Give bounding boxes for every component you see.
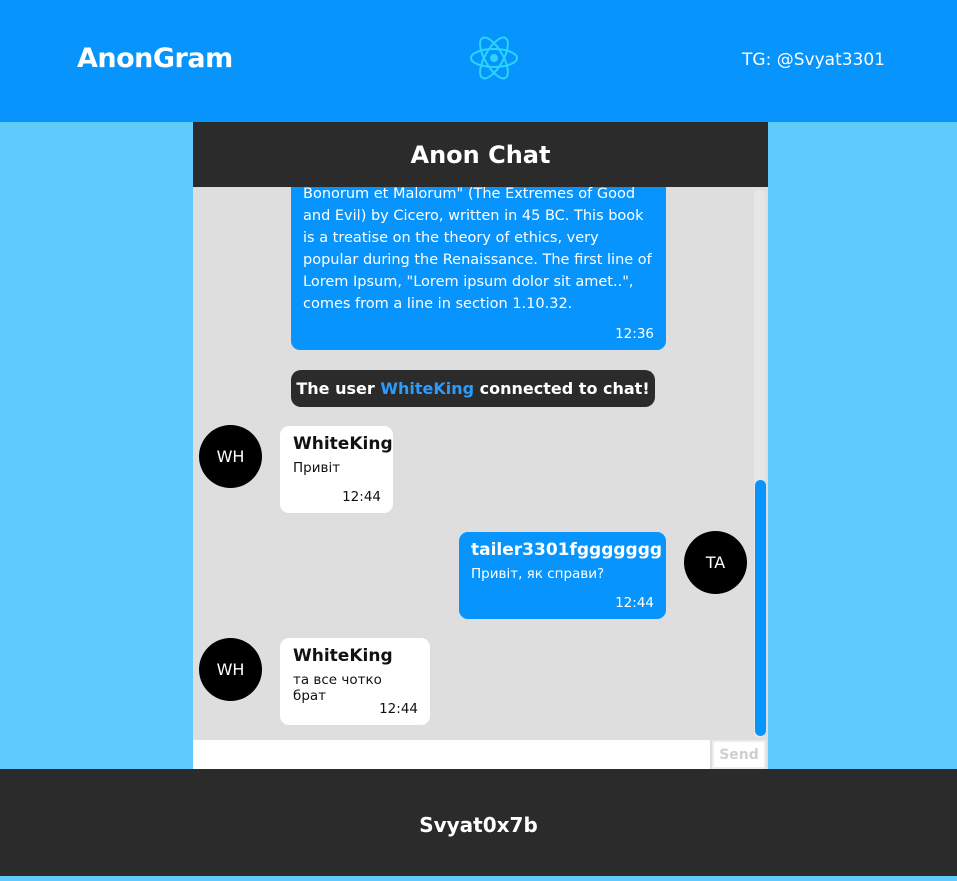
telegram-contact-link[interactable]: TG: @Svyat3301: [742, 50, 885, 70]
message-text: Привіт, як справи?: [471, 566, 605, 582]
message-sender: WhiteKing: [293, 646, 393, 666]
system-prefix: The user: [296, 379, 375, 398]
scrollbar-thumb[interactable]: [755, 480, 766, 736]
message-time: 12:36: [615, 326, 654, 342]
footer: Svyat0x7b: [0, 769, 957, 876]
app-header: AnonGram TG: @Svyat3301: [0, 0, 957, 122]
message-time: 12:44: [342, 489, 381, 505]
chat-title: Anon Chat: [193, 122, 768, 187]
message-bubble-incoming: WhiteKing Привіт 12:44: [280, 426, 393, 513]
message-text: Bonorum et Malorum" (The Extremes of Goo…: [303, 187, 652, 312]
message-bubble-outgoing: Bonorum et Malorum" (The Extremes of Goo…: [291, 187, 666, 350]
system-suffix: connected to chat!: [479, 379, 650, 398]
message-bubble-incoming: WhiteKing та все чотко брат 12:44: [280, 638, 430, 725]
react-logo-icon: [470, 36, 518, 80]
message-sender: WhiteKing: [293, 434, 393, 454]
message-input[interactable]: [193, 740, 710, 769]
send-button[interactable]: Send: [712, 740, 766, 769]
system-username[interactable]: WhiteKing: [380, 379, 474, 398]
message-list[interactable]: Bonorum et Malorum" (The Extremes of Goo…: [193, 187, 768, 738]
message-time: 12:44: [615, 595, 654, 611]
brand-title[interactable]: AnonGram: [77, 43, 233, 74]
message-text: та все чотко брат: [293, 672, 382, 704]
message-composer: Send: [193, 738, 768, 769]
message-text: Привіт: [293, 460, 341, 476]
message-bubble-outgoing: tailer3301fggggggg Привіт, як справи? 12…: [459, 532, 666, 619]
message-time: 12:44: [379, 701, 418, 717]
message-sender: tailer3301fggggggg: [471, 540, 663, 560]
chat-panel: Anon Chat Bonorum et Malorum" (The Extre…: [193, 122, 768, 769]
avatar[interactable]: TA: [684, 531, 747, 594]
system-notice: The user WhiteKing connected to chat!: [291, 370, 655, 407]
footer-text: Svyat0x7b: [419, 813, 538, 837]
avatar[interactable]: WH: [199, 425, 262, 488]
avatar[interactable]: WH: [199, 638, 262, 701]
